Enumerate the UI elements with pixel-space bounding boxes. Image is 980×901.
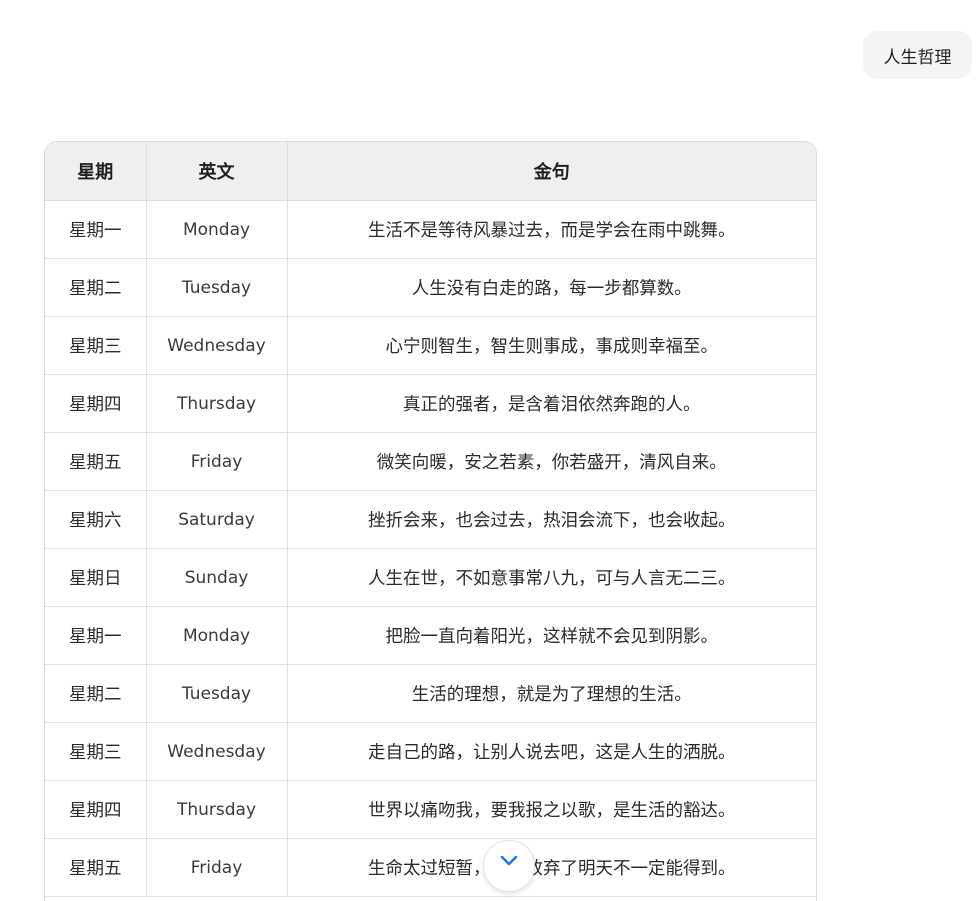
cell-quote: 世界以痛吻我，要我报之以歌，是生活的豁达。 (287, 780, 816, 839)
cell-quote: 人生没有白走的路，每一步都算数。 (287, 258, 816, 317)
table-row: 星期五 Friday 生命太过短暂，今天放弃了明天不一定能得到。 (45, 838, 816, 897)
cell-weekday: 星期一 (45, 200, 147, 259)
cell-weekday: 星期二 (45, 664, 147, 723)
cell-quote: 挫折会来，也会过去，热泪会流下，也会收起。 (287, 490, 816, 549)
user-message-text: 人生哲理 (883, 47, 952, 68)
table-row: 星期一 Monday 生活不是等待风暴过去，而是学会在雨中跳舞。 (45, 200, 816, 259)
cell-quote: 生活不是等待风暴过去，而是学会在雨中跳舞。 (287, 200, 816, 259)
cell-quote: 走自己的路，让别人说去吧，这是人生的洒脱。 (287, 722, 816, 781)
header-quote: 金句 (287, 142, 816, 201)
table-row: 星期六 Saturday 挫折会来，也会过去，热泪会流下，也会收起。 (45, 490, 816, 549)
cell-english: Wednesday (146, 722, 288, 781)
table-row: 星期日 Sunday 人生在世，不如意事常八九，可与人言无二三。 (45, 548, 816, 607)
header-weekday: 星期 (45, 142, 147, 201)
header-english: 英文 (146, 142, 288, 201)
cell-english: Friday (146, 838, 288, 897)
cell-weekday: 星期二 (45, 258, 147, 317)
cell-english: Tuesday (146, 664, 288, 723)
table-row: 星期一 Monday 把脸一直向着阳光，这样就不会见到阴影。 (45, 606, 816, 665)
scroll-to-bottom-button[interactable] (483, 840, 535, 892)
quotes-table-container[interactable]: 星期 英文 金句 星期一 Monday 生活不是等待风暴过去，而是学会在雨中跳舞… (44, 141, 817, 901)
cell-english: Wednesday (146, 316, 288, 375)
cell-weekday: 星期四 (45, 374, 147, 433)
table-row: 星期四 Thursday 真正的强者，是含着泪依然奔跑的人。 (45, 374, 816, 433)
cell-quote: 真正的强者，是含着泪依然奔跑的人。 (287, 374, 816, 433)
cell-weekday: 星期日 (45, 548, 147, 607)
cell-quote: 人生在世，不如意事常八九，可与人言无二三。 (287, 548, 816, 607)
table-header-row: 星期 英文 金句 (45, 142, 816, 201)
cell-english: Thursday (146, 780, 288, 839)
cell-english: Saturday (146, 490, 288, 549)
cell-english: Sunday (146, 548, 288, 607)
quotes-table: 星期 英文 金句 星期一 Monday 生活不是等待风暴过去，而是学会在雨中跳舞… (45, 142, 816, 897)
cell-weekday: 星期五 (45, 838, 147, 897)
table-row: 星期二 Tuesday 人生没有白走的路，每一步都算数。 (45, 258, 816, 317)
cell-weekday: 星期三 (45, 722, 147, 781)
table-row: 星期五 Friday 微笑向暖，安之若素，你若盛开，清风自来。 (45, 432, 816, 491)
cell-english: Thursday (146, 374, 288, 433)
cell-weekday: 星期四 (45, 780, 147, 839)
cell-quote: 生活的理想，就是为了理想的生活。 (287, 664, 816, 723)
cell-weekday: 星期一 (45, 606, 147, 665)
cell-weekday: 星期五 (45, 432, 147, 491)
user-message-bubble: 人生哲理 (863, 31, 972, 79)
cell-weekday: 星期六 (45, 490, 147, 549)
cell-english: Monday (146, 200, 288, 259)
cell-quote: 微笑向暖，安之若素，你若盛开，清风自来。 (287, 432, 816, 491)
cell-english: Monday (146, 606, 288, 665)
cell-quote: 把脸一直向着阳光，这样就不会见到阴影。 (287, 606, 816, 665)
cell-quote: 生命太过短暂，今天放弃了明天不一定能得到。 (287, 838, 816, 897)
cell-quote: 心宁则智生，智生则事成，事成则幸福至。 (287, 316, 816, 375)
table-row: 星期二 Tuesday 生活的理想，就是为了理想的生活。 (45, 664, 816, 723)
cell-english: Tuesday (146, 258, 288, 317)
cell-weekday: 星期三 (45, 316, 147, 375)
table-row: 星期三 Wednesday 走自己的路，让别人说去吧，这是人生的洒脱。 (45, 722, 816, 781)
cell-english: Friday (146, 432, 288, 491)
chevron-down-icon (500, 855, 518, 867)
table-row: 星期四 Thursday 世界以痛吻我，要我报之以歌，是生活的豁达。 (45, 780, 816, 839)
table-row: 星期三 Wednesday 心宁则智生，智生则事成，事成则幸福至。 (45, 316, 816, 375)
